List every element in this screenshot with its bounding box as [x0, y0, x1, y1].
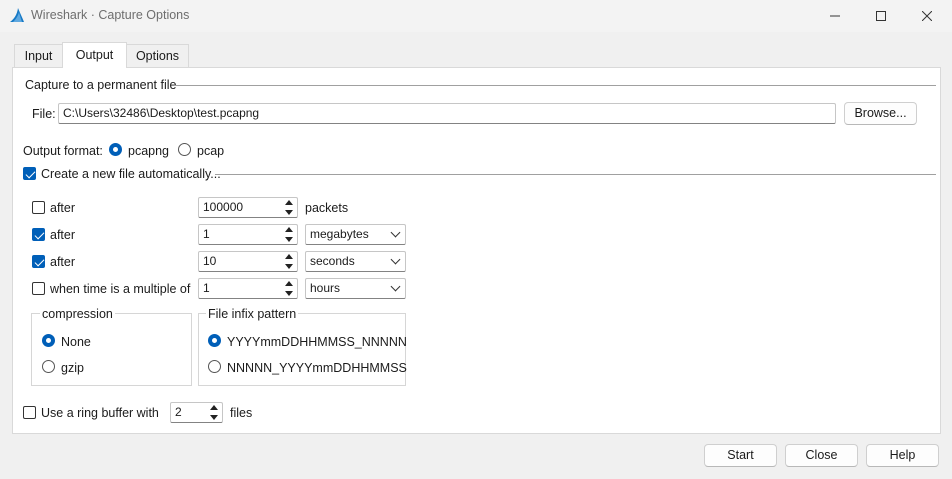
file-label: File:: [32, 107, 56, 121]
format-pcap-radio[interactable]: [178, 143, 191, 156]
chevron-down-icon: [390, 281, 401, 292]
start-button[interactable]: Start: [704, 444, 777, 467]
after-time-checkbox[interactable]: [32, 255, 45, 268]
infix-number-first-radio[interactable]: [208, 360, 221, 373]
infix-pattern-group: [198, 313, 406, 386]
packets-spinbox[interactable]: 100000: [198, 197, 298, 218]
minimize-button[interactable]: [812, 0, 858, 32]
close-button[interactable]: Close: [785, 444, 858, 467]
time-unit-select[interactable]: seconds: [305, 251, 406, 272]
infix-date-first-radio[interactable]: [208, 334, 221, 347]
infix-number-first-label[interactable]: NNNNN_YYYYmmDDHHMMSS: [227, 361, 407, 375]
compression-gzip-radio[interactable]: [42, 360, 55, 373]
browse-button[interactable]: Browse...: [844, 102, 917, 125]
format-pcapng-label[interactable]: pcapng: [128, 144, 169, 158]
compression-group: [31, 313, 192, 386]
after-time-label: after: [50, 255, 76, 269]
size-value: 1: [203, 227, 210, 241]
auto-new-file-divider: [215, 174, 936, 175]
packets-value: 100000: [203, 200, 244, 214]
minimize-icon: [830, 15, 840, 17]
wireshark-fin-icon: [10, 8, 24, 22]
maximize-button[interactable]: [858, 0, 904, 32]
after-size-checkbox[interactable]: [32, 228, 45, 241]
compression-title: compression: [40, 307, 115, 321]
title-bar: Wireshark · Capture Options: [0, 0, 952, 32]
time-multiple-checkbox[interactable]: [32, 282, 45, 295]
ring-buffer-spinbox[interactable]: 2: [170, 402, 223, 423]
help-button[interactable]: Help: [866, 444, 939, 467]
auto-new-file-checkbox[interactable]: [23, 167, 36, 180]
tab-input[interactable]: Input: [14, 44, 63, 67]
chevron-down-icon: [390, 254, 401, 265]
window-title: Wireshark · Capture Options: [31, 8, 190, 22]
time-multiple-label: when time is a multiple of: [50, 282, 191, 296]
interval-unit-select[interactable]: hours: [305, 278, 406, 299]
ring-buffer-checkbox[interactable]: [23, 406, 36, 419]
permanent-file-heading: Capture to a permanent file: [25, 78, 177, 92]
interval-spinbox[interactable]: 1: [198, 278, 298, 299]
packets-unit-label: packets: [305, 201, 349, 215]
time-unit-value: seconds: [310, 254, 355, 268]
auto-new-file-label[interactable]: Create a new file automatically...: [41, 167, 221, 181]
spin-arrows-icon[interactable]: [283, 227, 295, 242]
ring-buffer-label[interactable]: Use a ring buffer with: [41, 406, 159, 420]
tab-output[interactable]: Output: [62, 42, 127, 68]
after-packets-checkbox[interactable]: [32, 201, 45, 214]
time-value: 10: [203, 254, 217, 268]
interval-value: 1: [203, 281, 210, 295]
size-spinbox[interactable]: 1: [198, 224, 298, 245]
infix-date-first-label[interactable]: YYYYmmDDHHMMSS_NNNNN: [227, 335, 407, 349]
ring-buffer-value: 2: [175, 405, 182, 419]
after-size-label: after: [50, 228, 76, 242]
size-unit-select[interactable]: megabytes: [305, 224, 406, 245]
compression-gzip-label[interactable]: gzip: [61, 361, 84, 375]
size-unit-value: megabytes: [310, 227, 369, 241]
spin-arrows-icon[interactable]: [283, 254, 295, 269]
spin-arrows-icon[interactable]: [208, 405, 220, 420]
spin-arrows-icon[interactable]: [283, 200, 295, 215]
close-icon: [922, 11, 932, 21]
output-format-label: Output format:: [23, 144, 103, 158]
after-packets-label: after: [50, 201, 76, 215]
maximize-icon: [876, 11, 886, 21]
ring-buffer-unit-label: files: [230, 406, 253, 420]
infix-pattern-title: File infix pattern: [206, 307, 299, 321]
compression-none-radio[interactable]: [42, 334, 55, 347]
format-pcapng-radio[interactable]: [109, 143, 122, 156]
format-pcap-label[interactable]: pcap: [197, 144, 224, 158]
permanent-file-divider: [174, 85, 936, 86]
compression-none-label[interactable]: None: [61, 335, 91, 349]
file-path-input[interactable]: C:\Users\32486\Desktop\test.pcapng: [58, 103, 836, 124]
interval-unit-value: hours: [310, 281, 341, 295]
tab-options[interactable]: Options: [126, 44, 189, 67]
spin-arrows-icon[interactable]: [283, 281, 295, 296]
close-window-button[interactable]: [904, 0, 950, 32]
chevron-down-icon: [390, 227, 401, 238]
time-spinbox[interactable]: 10: [198, 251, 298, 272]
